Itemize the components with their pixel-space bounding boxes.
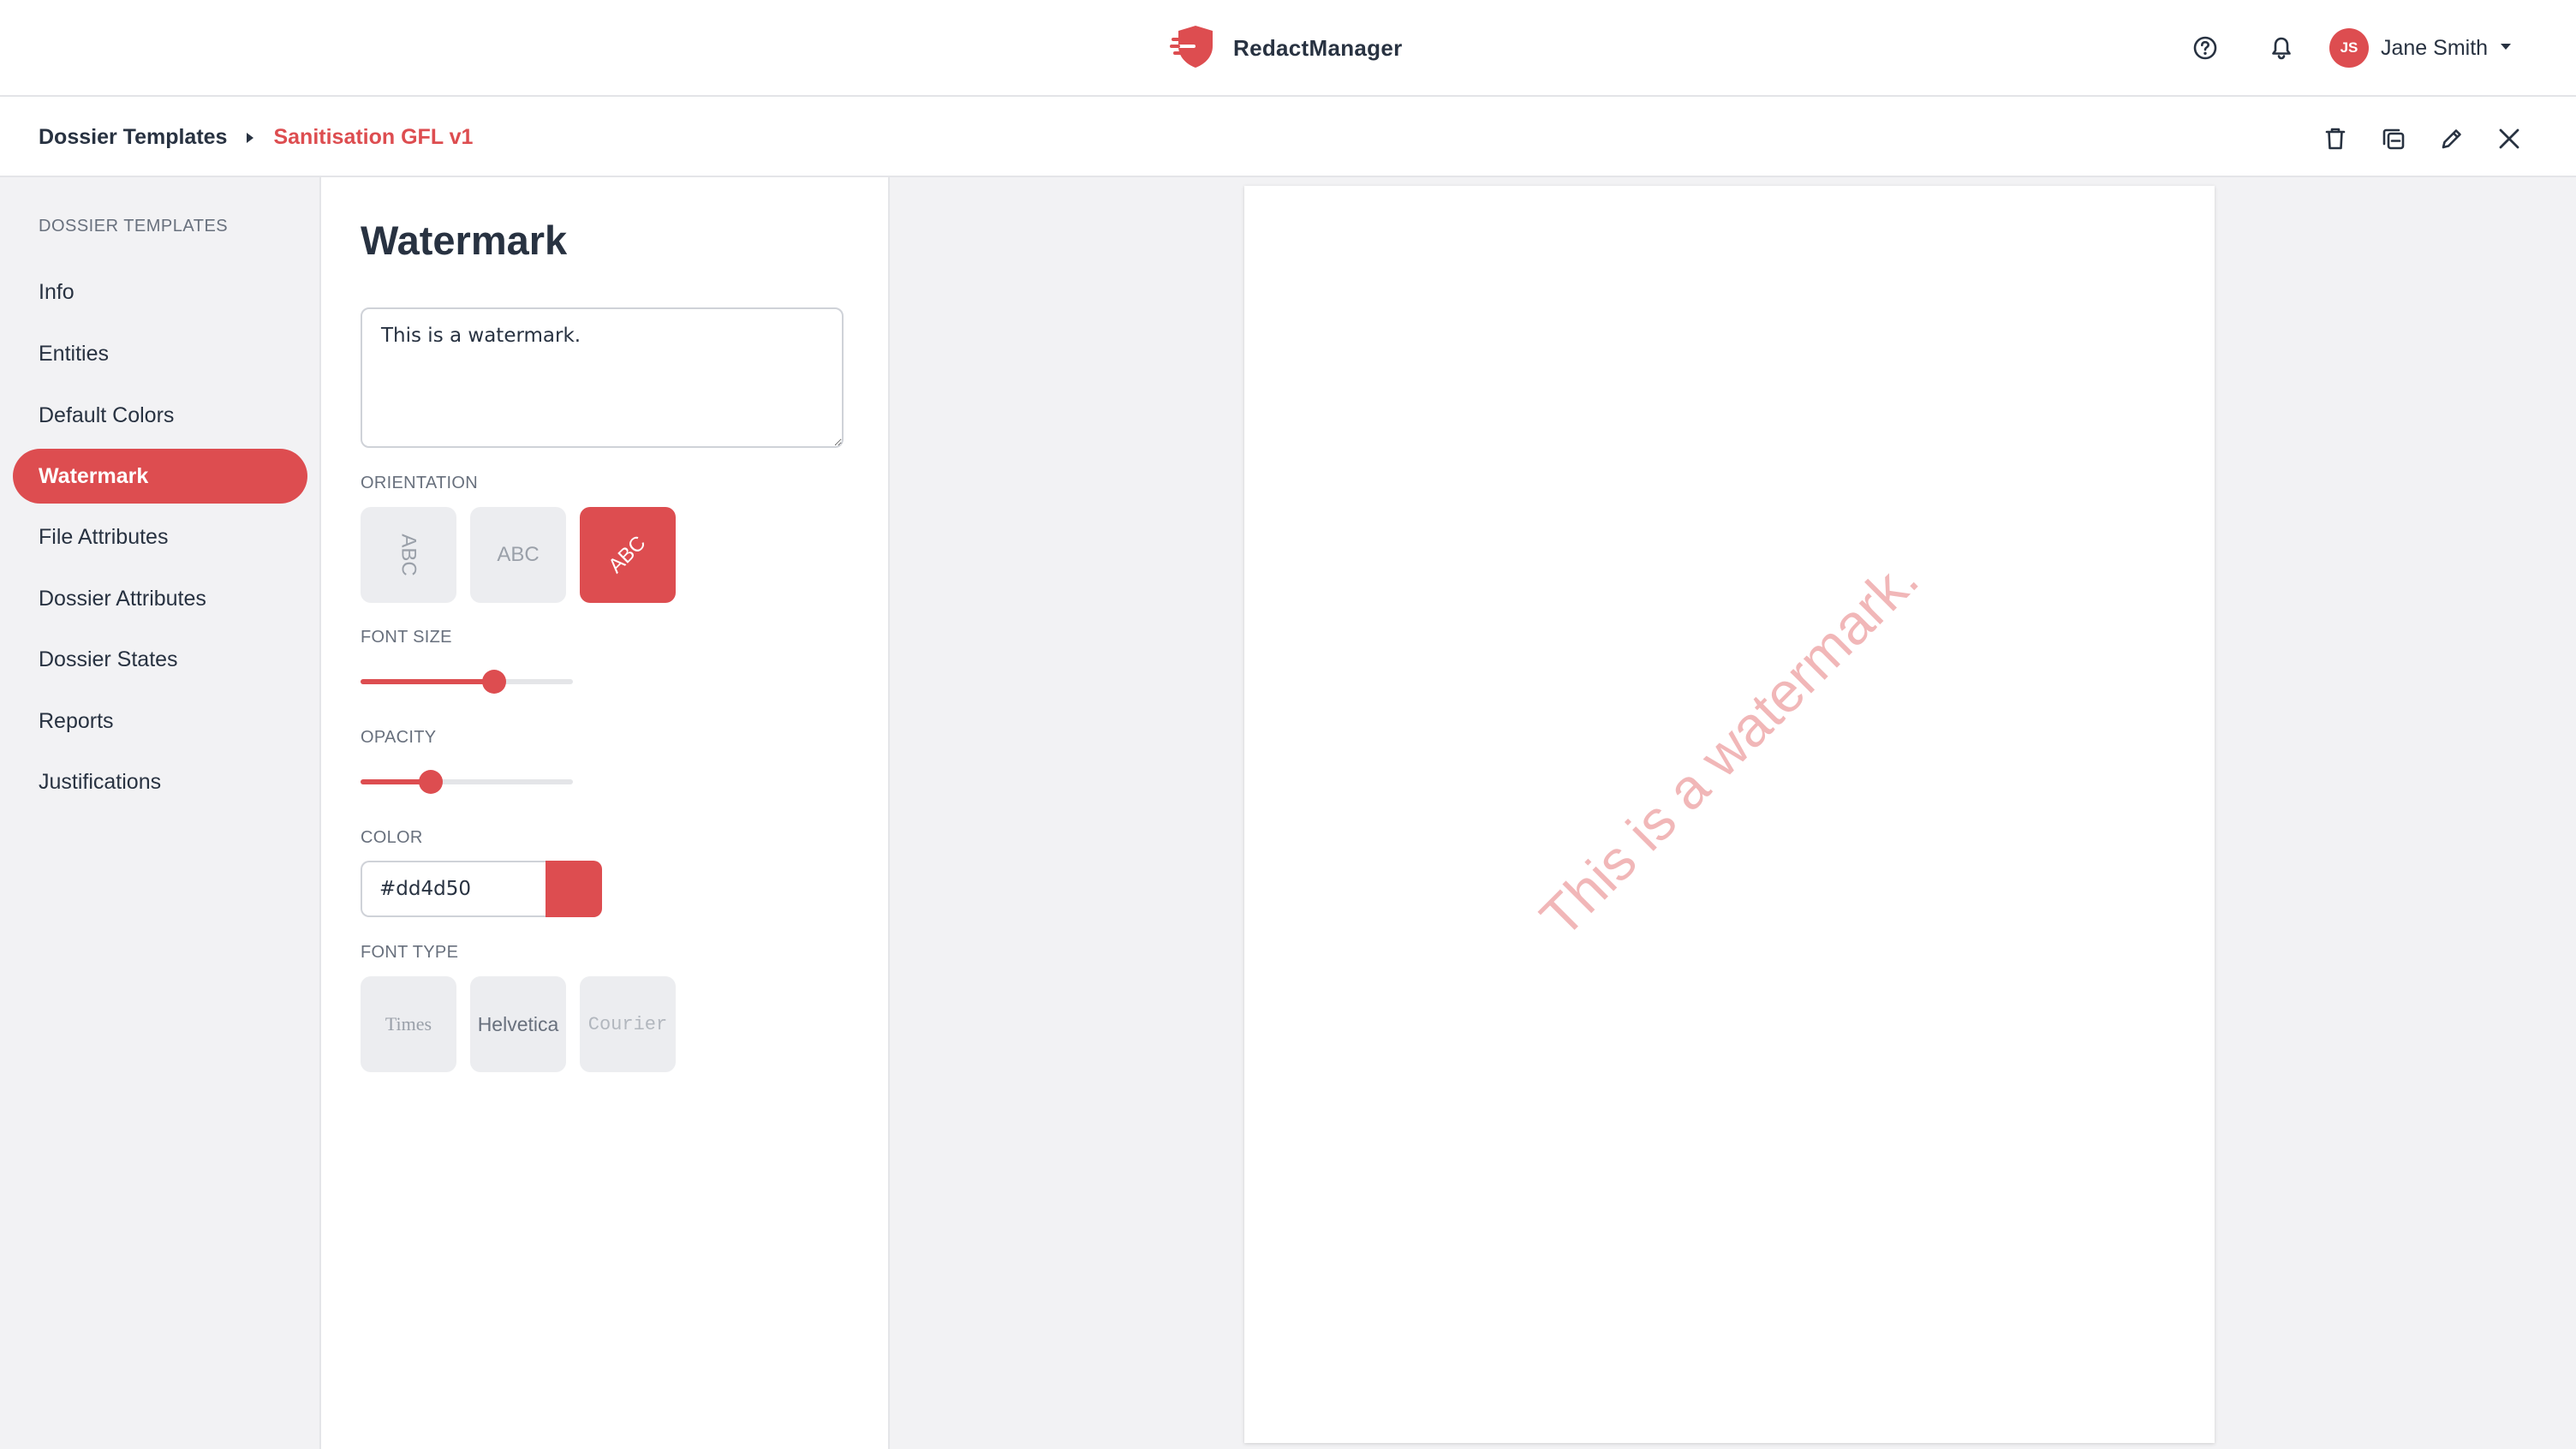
slider-thumb[interactable] xyxy=(482,670,507,694)
breadcrumb-current-template[interactable]: Sanitisation GFL v1 xyxy=(273,125,473,150)
sidebar: DOSSIER TEMPLATES Info Entities Default … xyxy=(0,177,321,1449)
sidebar-item-justifications[interactable]: Justifications xyxy=(13,754,307,809)
user-name: Jane Smith xyxy=(2381,35,2489,60)
color-hex-input[interactable] xyxy=(361,861,546,917)
close-icon[interactable] xyxy=(2492,122,2526,156)
sidebar-item-dossier-states[interactable]: Dossier States xyxy=(13,632,307,687)
user-menu[interactable]: JS Jane Smith xyxy=(2329,27,2512,69)
copy-icon[interactable] xyxy=(2376,122,2411,156)
sidebar-heading: DOSSIER TEMPLATES xyxy=(39,217,229,236)
sidebar-item-default-colors[interactable]: Default Colors xyxy=(13,388,307,443)
watermark-settings-panel: Watermark ORIENTATION ABC ABC ABC FONT S… xyxy=(321,177,890,1449)
font-courier-button[interactable]: Courier xyxy=(580,976,676,1072)
opacity-slider[interactable] xyxy=(361,766,573,797)
top-bar: RedactManager JS Jane Smith xyxy=(0,0,2576,97)
document-preview-page: This is a watermark. xyxy=(1244,186,2215,1443)
orientation-label: ORIENTATION xyxy=(361,474,479,492)
font-size-slider[interactable] xyxy=(361,666,573,697)
breadcrumb-bar: Dossier Templates Sanitisation GFL v1 xyxy=(0,97,2576,177)
orientation-vertical-button[interactable]: ABC xyxy=(361,507,456,603)
font-size-label: FONT SIZE xyxy=(361,628,452,647)
pencil-icon[interactable] xyxy=(2435,122,2469,156)
app-logo[interactable]: RedactManager xyxy=(1170,22,1403,74)
font-helvetica-button[interactable]: Helvetica xyxy=(470,976,566,1072)
orientation-vertical-label: ABC xyxy=(397,534,420,576)
logo-icon xyxy=(1170,22,1218,75)
color-swatch-button[interactable] xyxy=(546,861,602,917)
orientation-horizontal-button[interactable]: ABC xyxy=(470,507,566,603)
orientation-diagonal-label: ABC xyxy=(604,531,651,578)
sidebar-item-info[interactable]: Info xyxy=(13,265,307,319)
caret-down-icon xyxy=(2500,40,2512,56)
slider-fill xyxy=(361,679,495,684)
slider-thumb[interactable] xyxy=(418,770,443,794)
sidebar-item-entities[interactable]: Entities xyxy=(13,326,307,381)
watermark-text-input[interactable] xyxy=(361,307,844,448)
avatar: JS xyxy=(2329,28,2369,68)
caret-right-icon xyxy=(246,125,254,150)
font-type-label: FONT TYPE xyxy=(361,943,459,962)
trash-icon[interactable] xyxy=(2318,122,2352,156)
orientation-diagonal-button[interactable]: ABC xyxy=(580,507,676,603)
sidebar-item-dossier-attributes[interactable]: Dossier Attributes xyxy=(13,571,307,626)
opacity-label: OPACITY xyxy=(361,728,437,747)
help-circle-icon[interactable] xyxy=(2190,33,2221,63)
orientation-horizontal-label: ABC xyxy=(497,543,540,566)
font-times-button[interactable]: Times xyxy=(361,976,456,1072)
app-name: RedactManager xyxy=(1233,34,1403,61)
sidebar-item-watermark[interactable]: Watermark xyxy=(13,449,307,504)
color-label: COLOR xyxy=(361,828,423,847)
breadcrumb-dossier-templates[interactable]: Dossier Templates xyxy=(39,125,227,150)
sidebar-item-file-attributes[interactable]: File Attributes xyxy=(13,510,307,564)
preview-area: This is a watermark. xyxy=(890,177,2576,1449)
bell-icon[interactable] xyxy=(2266,33,2297,63)
watermark-preview-text: This is a watermark. xyxy=(1528,546,1930,949)
color-picker xyxy=(361,861,602,917)
page-title: Watermark xyxy=(361,218,568,263)
breadcrumb: Dossier Templates Sanitisation GFL v1 xyxy=(39,97,473,177)
sidebar-item-reports[interactable]: Reports xyxy=(13,694,307,748)
